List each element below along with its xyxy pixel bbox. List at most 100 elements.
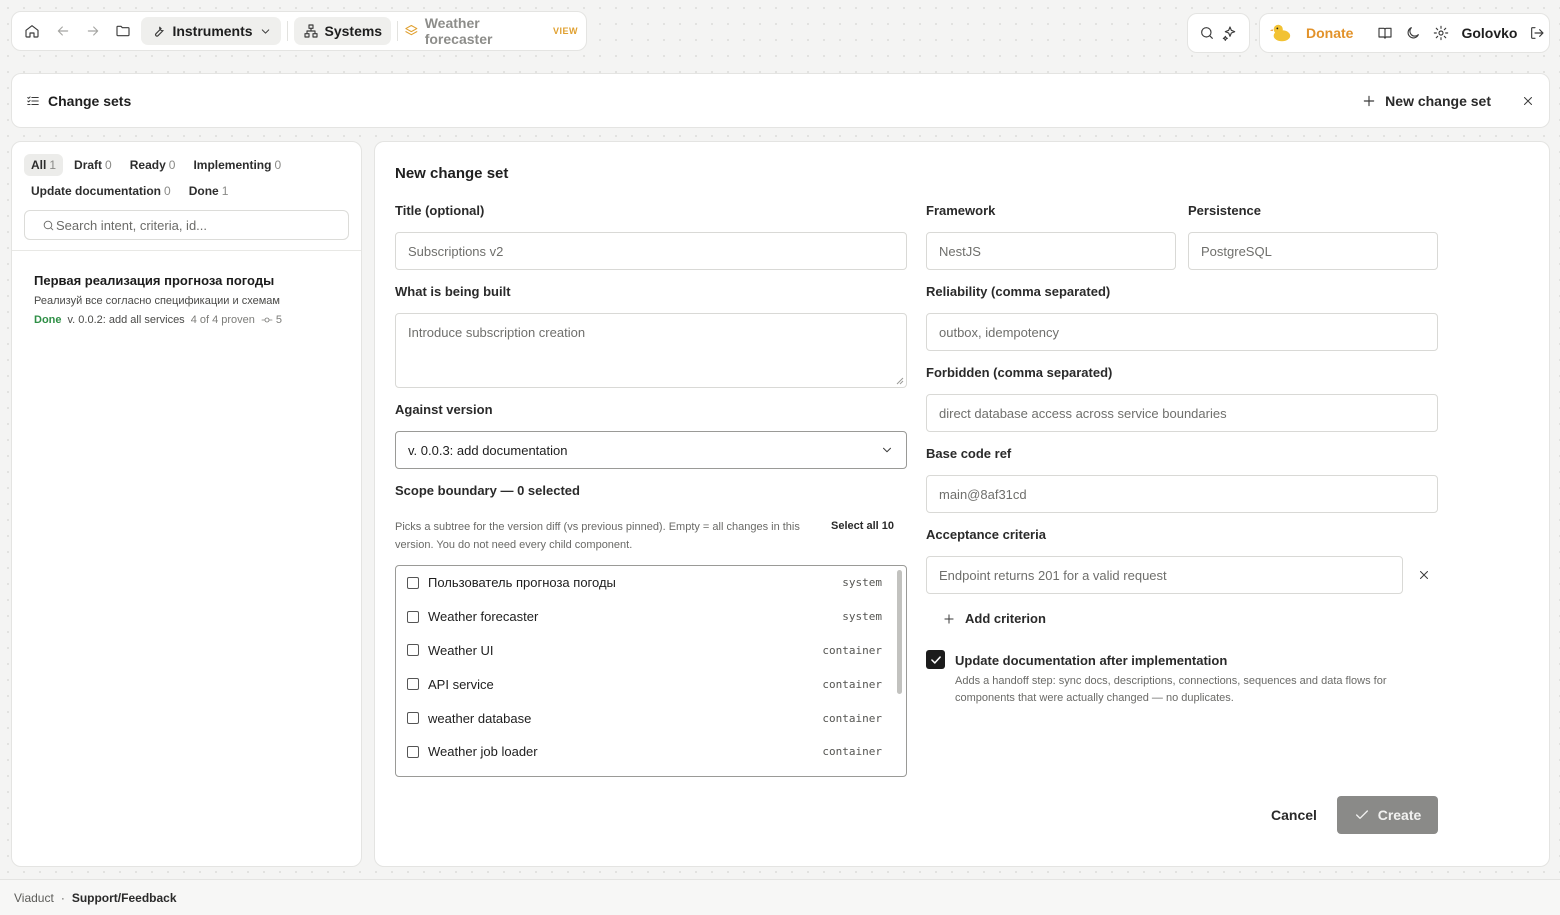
scope-item[interactable]: Пользователь прогноза погоды system <box>396 566 906 600</box>
reliability-input[interactable]: outbox, idempotency <box>926 313 1438 351</box>
top-nav: Instruments Systems Weather forecaster V… <box>11 11 587 51</box>
logout-button[interactable] <box>1529 25 1545 41</box>
change-set-title: Первая реализация прогноза погоды <box>34 273 275 288</box>
acceptance-field-label: Acceptance criteria <box>926 527 1046 542</box>
filter-count: 0 <box>274 158 282 172</box>
systems-label: Systems <box>324 23 383 39</box>
title-input[interactable]: Subscriptions v2 <box>395 232 907 270</box>
close-icon <box>1420 571 1428 579</box>
scope-item-kind: container <box>822 677 882 691</box>
systems-button[interactable]: Systems <box>293 17 392 45</box>
framework-input[interactable]: NestJS <box>926 232 1176 270</box>
back-button[interactable] <box>50 18 74 44</box>
book-icon <box>1378 27 1393 39</box>
search-button[interactable] <box>1199 25 1215 41</box>
search-icon <box>43 220 54 231</box>
form-title: New change set <box>395 165 509 182</box>
scope-item[interactable]: weather database container <box>396 701 906 735</box>
update-docs-checkbox[interactable] <box>926 650 945 669</box>
wrench-icon <box>155 26 165 37</box>
version-field-label: Against version <box>395 402 493 417</box>
base-ref-input[interactable]: main@8af31cd <box>926 475 1438 513</box>
remove-criterion-button[interactable] <box>1417 568 1431 582</box>
scope-tree-list[interactable]: Пользователь прогноза погоды system Weat… <box>395 565 907 777</box>
scope-checkbox[interactable] <box>407 678 419 691</box>
scope-item[interactable]: Weather job loader container <box>396 735 906 769</box>
version-select[interactable]: v. 0.0.3: add documentation <box>395 431 907 469</box>
scope-item-kind: system <box>842 610 882 624</box>
search-icon <box>1201 27 1214 39</box>
cancel-button[interactable]: Cancel <box>1271 807 1317 823</box>
filter-count: 0 <box>168 158 176 172</box>
folder-button[interactable] <box>111 18 135 44</box>
donate-button[interactable]: Donate <box>1270 22 1353 44</box>
home-button[interactable] <box>20 18 44 44</box>
donate-label: Donate <box>1306 25 1354 41</box>
new-change-set-button[interactable]: New change set <box>1361 93 1491 109</box>
scope-checkbox[interactable] <box>407 712 419 725</box>
filter-ready[interactable]: Ready 0 <box>123 154 183 176</box>
status-badge: Done <box>34 314 62 326</box>
status-filters: All 1 Draft 0 Ready 0 Implementing 0 Update … <box>12 142 361 202</box>
instruments-menu[interactable]: Instruments <box>141 17 281 45</box>
scope-item-name: Weather forecaster <box>428 609 539 625</box>
what-built-textarea[interactable]: Introduce subscription creation <box>395 313 907 388</box>
framework-field-label: Framework <box>926 203 996 218</box>
add-criterion-button[interactable]: Add criterion <box>942 611 1046 626</box>
filter-all[interactable]: All 1 <box>24 154 64 176</box>
ai-assistant-button[interactable] <box>1222 25 1238 41</box>
filter-draft[interactable]: Draft 0 <box>67 154 119 176</box>
scope-checkbox[interactable] <box>407 745 419 758</box>
hierarchy-icon <box>303 24 318 38</box>
update-docs-help: Adds a handoff step: sync docs, descript… <box>955 675 1387 704</box>
list-search-input[interactable]: Search intent, criteria, id... <box>24 210 349 240</box>
scope-item-name: Пользователь прогноза погоды <box>428 575 616 591</box>
settings-button[interactable] <box>1433 25 1449 41</box>
page-title: Change sets <box>48 92 132 109</box>
support-feedback-link[interactable]: Support/Feedback <box>72 891 177 905</box>
chevron-down-icon <box>883 447 891 453</box>
scope-item[interactable]: API service container <box>396 667 906 701</box>
scope-checkbox[interactable] <box>407 644 419 657</box>
change-set-description: Реализуй все согласно спецификации и схе… <box>34 295 280 307</box>
scope-scrollbar[interactable] <box>897 570 902 694</box>
footer: Viaduct · Support/Feedback <box>0 879 1560 915</box>
change-set-version: v. 0.0.2: add all services <box>67 314 185 326</box>
breadcrumb-label: Weather forecaster <box>424 15 493 47</box>
select-all-button[interactable]: Select all 10 <box>831 520 894 532</box>
persistence-field-label: Persistence <box>1188 203 1261 218</box>
filter-implementing[interactable]: Implementing 0 <box>186 154 288 176</box>
scope-item[interactable]: Weather UI container <box>396 634 906 668</box>
breadcrumb-system[interactable]: Weather forecaster VIEW <box>404 15 578 47</box>
persistence-input[interactable]: PostgreSQL <box>1188 232 1438 270</box>
view-badge: VIEW <box>552 26 578 36</box>
close-icon <box>1524 96 1532 105</box>
gear-icon <box>1434 25 1449 41</box>
acceptance-criterion-input[interactable]: Endpoint returns 201 for a valid request <box>926 556 1403 594</box>
base-ref-field-label: Base code ref <box>926 446 1012 461</box>
filter-count: 0 <box>105 158 112 172</box>
create-button[interactable]: Create <box>1337 796 1438 834</box>
create-label: Create <box>1377 807 1422 823</box>
folder-icon <box>116 25 130 37</box>
docs-button[interactable] <box>1377 25 1393 41</box>
scope-item-name: Weather UI <box>428 642 494 658</box>
close-panel-button[interactable] <box>1521 94 1535 108</box>
chevron-down-icon <box>261 28 269 34</box>
forward-button[interactable] <box>81 18 105 44</box>
update-docs-label[interactable]: Update documentation after implementatio… <box>955 653 1227 668</box>
scope-item[interactable]: Weather forecaster system <box>396 600 906 634</box>
page-title-group: Change sets <box>26 93 131 109</box>
resize-handle-icon[interactable] <box>896 377 904 385</box>
user-name[interactable]: Golovko <box>1461 25 1517 41</box>
scope-checkbox[interactable] <box>407 576 419 589</box>
layers-icon <box>405 24 418 36</box>
list-item[interactable]: Первая реализация прогноза погоды Реализ… <box>12 251 361 326</box>
forbidden-input[interactable]: direct database access across service bo… <box>926 394 1438 432</box>
scope-checkbox[interactable] <box>407 610 419 623</box>
filter-done[interactable]: Done 1 <box>182 180 236 202</box>
theme-toggle[interactable] <box>1405 25 1421 41</box>
nav-divider <box>286 21 288 41</box>
filter-update-documentation[interactable]: Update documentation 0 <box>24 180 178 202</box>
list-checks-icon <box>27 95 39 105</box>
